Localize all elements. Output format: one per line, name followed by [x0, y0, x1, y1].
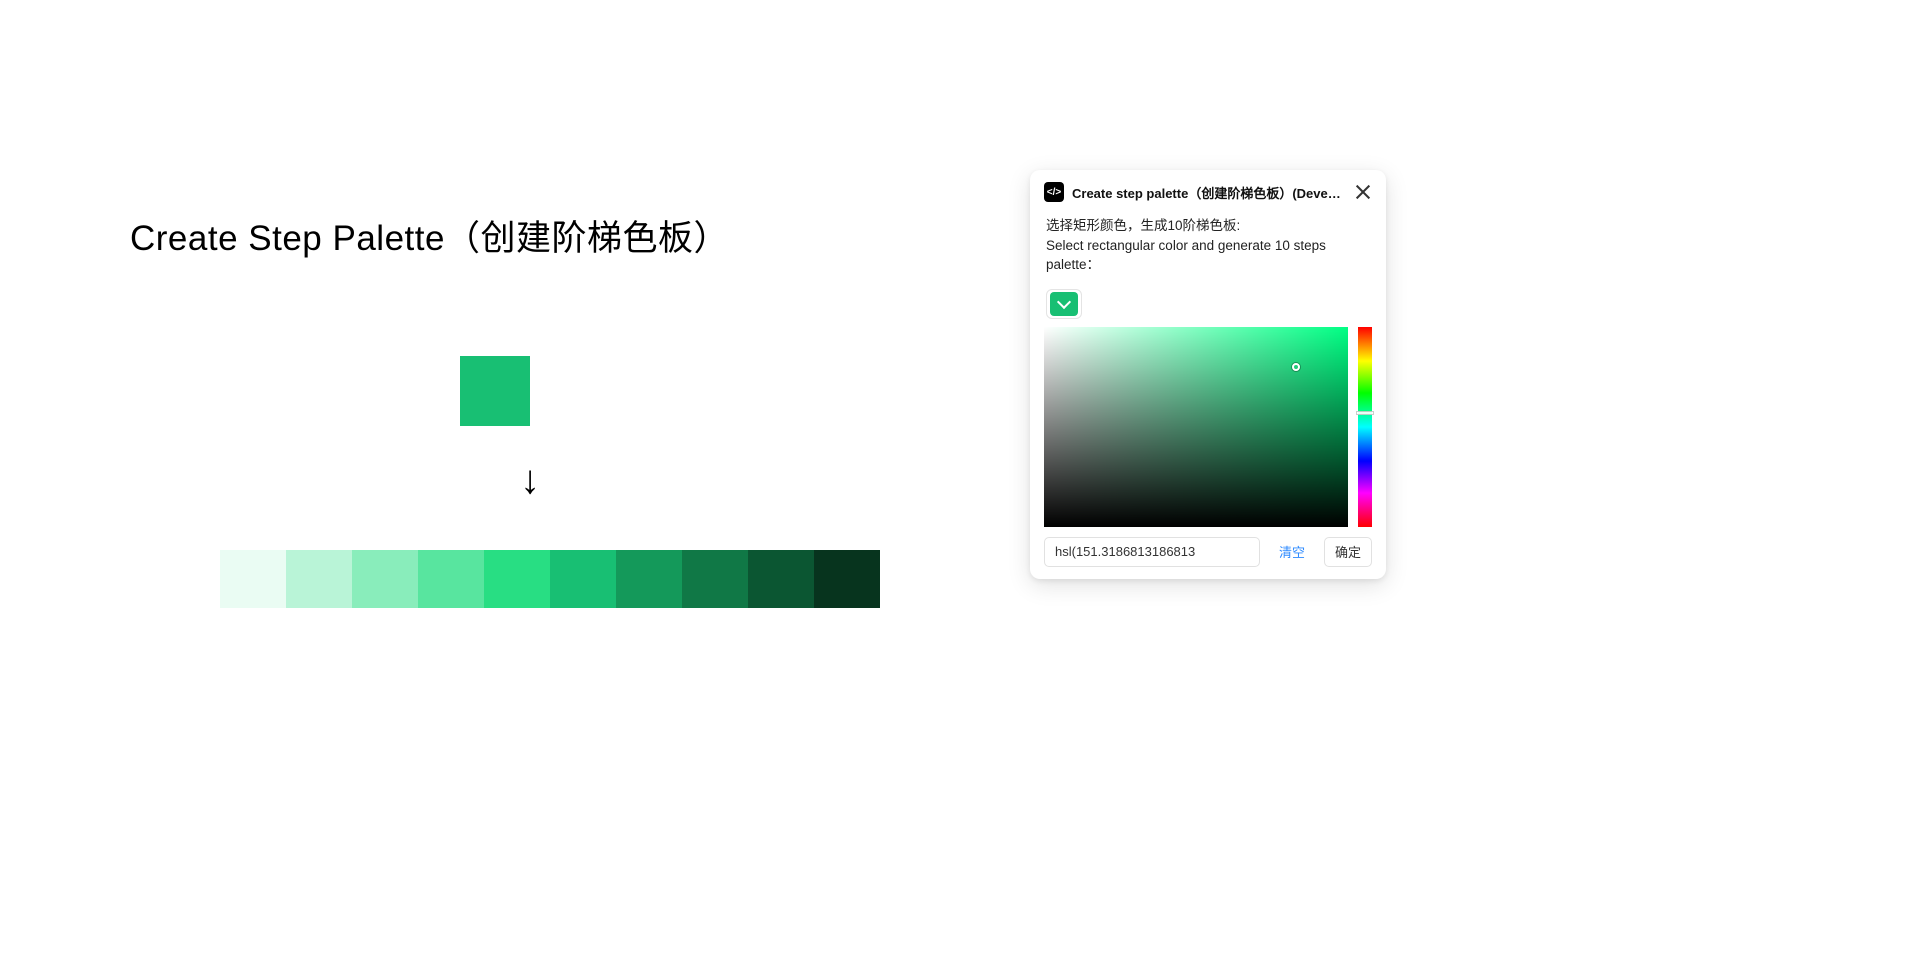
arrow-down-icon: ↓	[520, 460, 540, 500]
palette-step	[682, 550, 748, 608]
saturation-value-panel[interactable]	[1044, 327, 1348, 527]
palette-step	[484, 550, 550, 608]
plugin-panel: </> Create step palette（创建阶梯色板）(Develo..…	[1030, 170, 1386, 579]
plugin-description-en: Select rectangular color and generate 10…	[1046, 238, 1326, 273]
color-value-input[interactable]	[1044, 537, 1260, 567]
picker-footer: 清空 确定	[1030, 527, 1386, 567]
palette-step	[286, 550, 352, 608]
sv-cursor[interactable]	[1292, 363, 1300, 371]
palette-step	[352, 550, 418, 608]
plugin-description-cn: 选择矩形颜色，生成10阶梯色板:	[1046, 218, 1240, 233]
hue-slider[interactable]	[1358, 327, 1372, 527]
palette-step	[814, 550, 880, 608]
palette-steps-row	[220, 550, 880, 608]
clear-button[interactable]: 清空	[1268, 537, 1316, 567]
page-title: Create Step Palette（创建阶梯色板）	[130, 210, 890, 261]
close-icon[interactable]	[1354, 183, 1372, 201]
chevron-down-icon	[1057, 295, 1071, 309]
palette-step	[616, 550, 682, 608]
plugin-header: </> Create step palette（创建阶梯色板）(Develo..…	[1030, 170, 1386, 216]
color-dropdown-toggle[interactable]	[1046, 289, 1082, 319]
plugin-badge-icon: </>	[1044, 182, 1064, 202]
confirm-button[interactable]: 确定	[1324, 537, 1372, 567]
hue-cursor[interactable]	[1356, 411, 1374, 415]
palette-step	[550, 550, 616, 608]
plugin-description: 选择矩形颜色，生成10阶梯色板: Select rectangular colo…	[1030, 216, 1386, 281]
seed-color-swatch	[460, 356, 530, 426]
palette-step	[220, 550, 286, 608]
palette-step	[748, 550, 814, 608]
color-picker	[1044, 327, 1372, 527]
plugin-title: Create step palette（创建阶梯色板）(Develo...	[1072, 183, 1344, 202]
palette-step	[418, 550, 484, 608]
